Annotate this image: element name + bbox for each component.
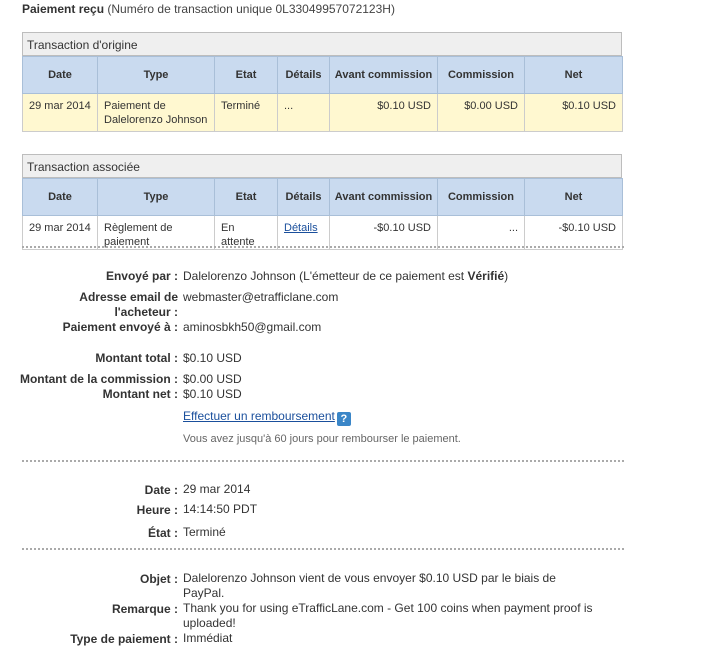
original-transaction-table: Date Type Etat Détails Avant commission … [22,56,623,132]
fee-label: Montant de la commission : [19,372,178,386]
state-value: Terminé [183,525,226,539]
divider [22,460,624,462]
divider [22,548,624,550]
cell-avant-commission: $0.10 USD [329,93,438,132]
col-net: Net [524,178,623,216]
table-row: 29 mar 2014 Paiement de Dalelorenzo John… [22,93,623,132]
cell-net: -$0.10 USD [524,215,623,250]
payment-type-value: Immédiat [183,631,233,645]
time-value: 14:14:50 PDT [183,502,258,516]
net-value: $0.10 USD [183,387,242,401]
divider [22,246,624,248]
transaction-id-text: (Numéro de transaction unique 0L33049957… [107,2,395,16]
related-transaction-section: Transaction associée Date Type Etat Déta… [22,154,623,250]
col-details: Détails [277,56,330,94]
buyer-email-label: Adresse email de l'acheteur : [79,290,178,319]
col-commission: Commission [437,56,525,94]
col-etat: Etat [214,56,278,94]
col-net: Net [524,56,623,94]
cell-commission: ... [437,215,525,250]
section-title: Transaction d'origine [22,32,622,56]
cell-details: ... [277,93,330,132]
col-details: Détails [277,178,330,216]
col-avant-commission: Avant commission [329,178,438,216]
total-label: Montant total : [95,351,178,365]
refund-note: Vous avez jusqu'à 60 jours pour rembours… [183,433,461,445]
table-header-row: Date Type Etat Détails Avant commission … [22,56,623,94]
cell-type: Paiement de Dalelorenzo Johnson [97,93,215,132]
details-link[interactable]: Détails [284,222,318,234]
cell-etat: En attente [214,215,278,250]
verified-status: Vérifié [467,269,505,283]
payment-type-label: Type de paiement : [70,632,178,646]
col-etat: Etat [214,178,278,216]
section-title: Transaction associée [22,154,622,178]
cell-date: 29 mar 2014 [22,93,98,132]
date-label: Date : [144,483,178,497]
subject-value: Dalelorenzo Johnson vient de vous envoye… [183,571,556,600]
fee-value: $0.00 USD [183,372,242,386]
sent-to-label: Paiement envoyé à : [62,320,178,334]
state-label: État : [148,526,178,540]
page-title: Paiement reçu [22,2,105,16]
note-label: Remarque : [111,602,178,616]
cell-type: Règlement de paiement [97,215,215,250]
col-commission: Commission [437,178,525,216]
page-header: Paiement reçu (Numéro de transaction uni… [22,2,395,16]
sent-by-value: Dalelorenzo Johnson (L'émetteur de ce pa… [183,269,509,283]
total-value: $0.10 USD [183,351,242,365]
col-type: Type [97,56,215,94]
net-label: Montant net : [102,387,178,401]
table-row: 29 mar 2014 Règlement de paiement En att… [22,215,623,250]
refund-row: Effectuer un remboursement? [183,409,351,426]
cell-etat: Terminé [214,93,278,132]
col-date: Date [22,56,98,94]
related-transaction-table: Date Type Etat Détails Avant commission … [22,178,623,250]
time-label: Heure : [136,503,178,517]
col-date: Date [22,178,98,216]
cell-net: $0.10 USD [524,93,623,132]
cell-avant-commission: -$0.10 USD [329,215,438,250]
table-header-row: Date Type Etat Détails Avant commission … [22,178,623,216]
buyer-email-value: webmaster@etrafficlane.com [183,290,339,304]
cell-details: Détails [277,215,330,250]
sent-to-value: aminosbkh50@gmail.com [183,320,322,334]
col-type: Type [97,178,215,216]
cell-date: 29 mar 2014 [22,215,98,250]
subject-label: Objet : [140,572,178,586]
transaction-id: 0L33049957072123H [275,2,391,16]
col-avant-commission: Avant commission [329,56,438,94]
original-transaction-section: Transaction d'origine Date Type Etat Dét… [22,32,623,132]
refund-link[interactable]: Effectuer un remboursement [183,409,335,423]
sent-by-label: Envoyé par : [105,269,178,283]
note-value: Thank you for using eTrafficLane.com - G… [183,601,593,630]
cell-commission: $0.00 USD [437,93,525,132]
date-value: 29 mar 2014 [183,482,251,496]
question-icon[interactable]: ? [336,412,351,426]
